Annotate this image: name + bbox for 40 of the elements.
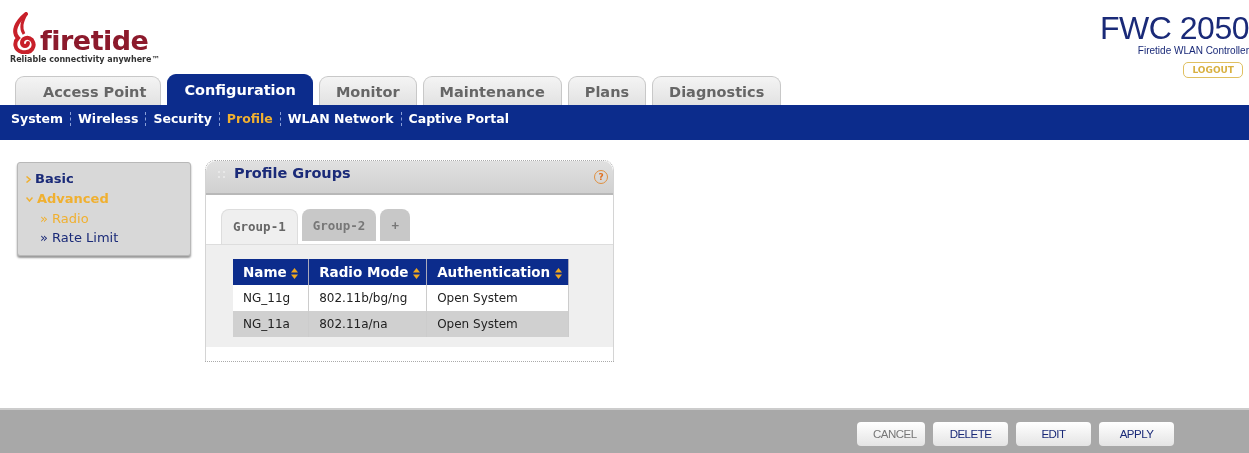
column-header[interactable]: Authentication [426, 259, 569, 285]
sidebar-item-label: Advanced [37, 190, 109, 208]
subnav-link[interactable]: Security [148, 111, 217, 126]
footer-button[interactable]: DELETE [933, 422, 1008, 446]
tagline: Reliable connectivity anywhere™ [10, 55, 160, 64]
brand-logo-text: firetide [40, 27, 149, 54]
subnav-link[interactable]: System [6, 111, 69, 126]
subnav-link[interactable]: WLAN Network [282, 111, 399, 126]
table-cell: NG_11g [233, 285, 309, 311]
table-cell: 802.11a/na [308, 311, 427, 337]
column-header[interactable]: Radio Mode [308, 259, 427, 285]
footer-button[interactable]: EDIT [1016, 422, 1091, 446]
subnav-link[interactable]: Profile [221, 111, 278, 126]
table-cell: Open System [426, 285, 569, 311]
sort-icon [291, 267, 299, 279]
product-title: FWC 2050 [1100, 12, 1249, 44]
subnav-link[interactable]: Captive Portal [403, 111, 514, 126]
nav-tab[interactable]: Plans [567, 76, 647, 105]
nav-tab[interactable]: Monitor [318, 76, 417, 105]
chevron-right-icon [26, 175, 31, 183]
table-cell: NG_11a [233, 311, 309, 337]
sort-icon [554, 267, 562, 279]
sidebar-item-label: Basic [35, 170, 74, 188]
flame-logo-icon [10, 12, 38, 54]
sort-icon [413, 267, 421, 279]
sidebar-subitem[interactable]: » Rate Limit [26, 228, 119, 247]
product-subtitle: Firetide WLAN Controller [1137, 45, 1249, 56]
footer-button[interactable]: APPLY [1099, 422, 1174, 446]
sidebar-item[interactable]: Basic [26, 169, 74, 189]
panel-title: Profile Groups [234, 165, 351, 181]
nav-tab[interactable]: Configuration [167, 74, 313, 105]
subnav-link[interactable]: Wireless [73, 111, 144, 126]
table-cell: 802.11b/bg/ng [308, 285, 427, 311]
column-header[interactable]: Name [233, 259, 309, 285]
nav-tab[interactable]: Access Point [15, 76, 162, 105]
chevron-down-icon [26, 196, 33, 202]
table-cell: Open System [426, 311, 569, 337]
nav-tab[interactable]: Diagnostics [652, 76, 782, 105]
group-tab[interactable]: Group-1 [221, 209, 298, 244]
nav-tab[interactable]: Maintenance [422, 76, 562, 105]
